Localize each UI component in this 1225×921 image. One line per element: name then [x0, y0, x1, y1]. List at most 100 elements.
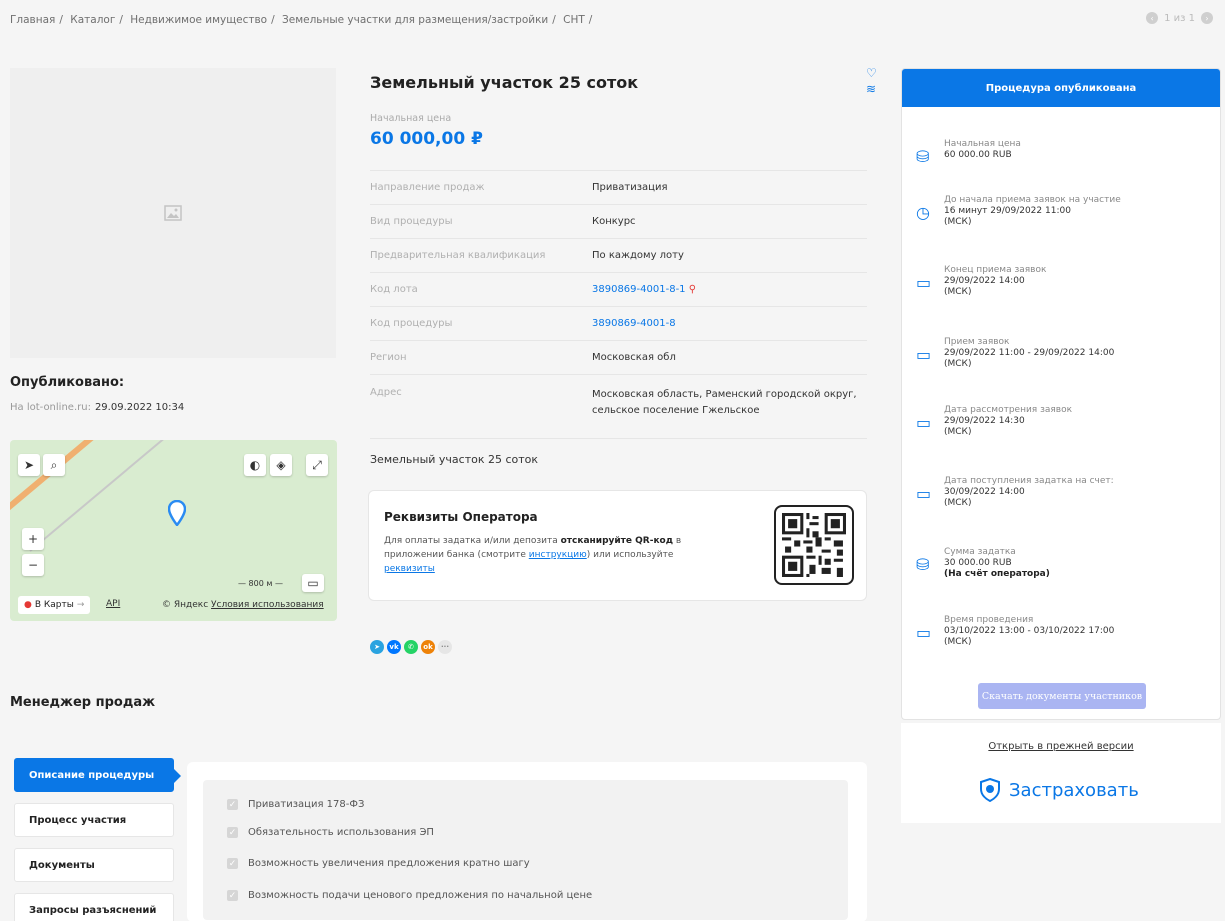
info-start-price: ⛁ Начальная цена 60 000.00 RUB — [916, 139, 1021, 166]
prop-lot-code: Код лота 3890869-4001-8-1 ⚲ — [370, 272, 867, 306]
start-price: 60 000,00 ₽ — [370, 129, 483, 149]
extra-actions: Открыть в прежней версии Застраховать — [901, 723, 1221, 823]
breadcrumb-catalog[interactable]: Каталог — [70, 14, 115, 26]
instruction-link[interactable]: инструкцию — [529, 550, 587, 560]
info-deposit-date: ▭ Дата поступления задатка на счет: 30/09… — [916, 476, 1114, 508]
prev-icon[interactable]: ‹ — [1146, 12, 1159, 24]
open-old-version-link[interactable]: Открыть в прежней версии — [901, 741, 1221, 752]
info-applications-end: ▭ Конец приема заявок 29/09/2022 14:00 (МС… — [916, 265, 1047, 297]
vk-icon[interactable]: vk — [387, 640, 401, 654]
published-title: Опубликовано: — [10, 375, 125, 390]
prop-address: Адрес Московская область, Раменский город… — [370, 374, 867, 438]
coins-icon: ⛁ — [916, 147, 930, 166]
procedure-options: ✓ Приватизация 178-ФЗ ✓ Обязательность исп… — [203, 780, 848, 920]
calendar-icon: ▭ — [916, 623, 932, 642]
operator-title: Реквизиты Оператора — [384, 510, 538, 524]
breadcrumb-home[interactable]: Главная — [10, 14, 55, 26]
traffic-icon[interactable]: ◐ — [244, 454, 266, 476]
procedure-status-panel: Процедура опубликована ⛁ Начальная цена 6… — [901, 68, 1221, 720]
tab-participation-process[interactable]: Процесс участия — [14, 803, 174, 837]
open-in-yandex-maps[interactable]: ● В Карты → — [18, 596, 91, 614]
whatsapp-icon[interactable]: ✆ — [404, 640, 418, 654]
yandex-pin-icon: ● — [24, 600, 32, 610]
procedure-description-panel: ✓ Приватизация 178-ФЗ ✓ Обязательность исп… — [187, 762, 867, 921]
option-ep-required: ✓ Обязательность использования ЭП — [227, 827, 434, 838]
fullscreen-icon[interactable]: ⤢ — [306, 454, 328, 476]
info-until-start: ◷ До начала приема заявок на участие 16 м… — [916, 195, 1121, 227]
map-scale: — 800 м — — [238, 579, 283, 588]
image-placeholder-icon — [164, 205, 182, 221]
prop-procedure-code: Код процедуры 3890869-4001-8 — [370, 306, 867, 340]
option-step-increase: ✓ Возможность увеличения предложения крат… — [227, 858, 530, 869]
option-privatization: ✓ Приватизация 178-ФЗ — [227, 799, 365, 810]
map-copyright: © Яндекс Условия использования — [162, 600, 324, 610]
info-review-date: ▭ Дата рассмотрения заявок 29/09/2022 14:… — [916, 405, 1073, 437]
lot-properties: Направление продаж Приватизация Вид проце… — [370, 170, 867, 439]
lot-photo — [10, 68, 336, 358]
locate-icon[interactable]: ➤ — [18, 454, 40, 476]
breadcrumb-snt[interactable]: СНТ — [563, 14, 585, 26]
clock-icon: ◷ — [916, 203, 930, 222]
zoom-out-icon[interactable]: − — [22, 554, 44, 576]
coins-icon: ⛁ — [916, 555, 930, 574]
breadcrumb-land[interactable]: Земельные участки для размещения/застрой… — [282, 14, 548, 26]
map-terms-link[interactable]: Условия использования — [211, 600, 324, 610]
price-label: Начальная цена — [370, 113, 452, 124]
map-api-link[interactable]: API — [106, 599, 120, 609]
arrow-right-icon: → — [76, 600, 85, 610]
checkbox-icon: ✓ — [227, 827, 238, 838]
layers-icon[interactable]: ◈ — [270, 454, 292, 476]
info-auction-time: ▭ Время проведения 03/10/2022 13:00 - 03/… — [916, 615, 1115, 647]
stack-icon[interactable]: ≋ — [866, 82, 877, 96]
breadcrumb-real-estate[interactable]: Недвижимое имущество — [130, 14, 267, 26]
qr-code — [774, 505, 854, 585]
lot-actions: ♡ ≋ — [866, 66, 877, 96]
ruler-icon[interactable]: ▭ — [302, 574, 324, 592]
prop-sales-direction: Направление продаж Приватизация — [370, 170, 867, 204]
tab-documents[interactable]: Документы — [14, 848, 174, 882]
calendar-icon: ▭ — [916, 413, 932, 432]
pager: ‹ 1 из 1 › — [1146, 12, 1213, 24]
breadcrumb: Главная / Каталог / Недвижимое имущество / … — [10, 14, 593, 26]
map-pin-icon[interactable] — [168, 500, 186, 526]
procedure-code-link[interactable]: 3890869-4001-8 — [592, 318, 867, 329]
procedure-status: Процедура опубликована — [902, 69, 1220, 107]
pager-text: 1 из 1 — [1164, 12, 1195, 24]
award-icon: ⚲ — [688, 284, 697, 295]
prop-region: Регион Московская обл — [370, 340, 867, 374]
prop-procedure-type: Вид процедуры Конкурс — [370, 204, 867, 238]
operator-text: Для оплаты задатка и/или депозита отскан… — [384, 536, 682, 574]
zoom-in-icon[interactable]: + — [22, 528, 44, 550]
more-icon[interactable]: ··· — [438, 640, 452, 654]
info-applications-period: ▭ Прием заявок 29/09/2022 11:00 - 29/09/2… — [916, 337, 1115, 369]
calendar-icon: ▭ — [916, 484, 932, 503]
tab-clarification-requests[interactable]: Запросы разъяснений — [14, 893, 174, 921]
lot-subtitle: Земельный участок 25 соток — [370, 453, 539, 466]
insure-button[interactable]: Застраховать — [979, 778, 1139, 802]
procedure-tabs: Описание процедуры Процесс участия Докум… — [14, 758, 181, 921]
requisites-link[interactable]: реквизиты — [384, 564, 435, 574]
published-date: 29.09.2022 10:34 — [94, 402, 185, 413]
map-search-icon[interactable]: ⌕ — [43, 454, 65, 476]
telegram-icon[interactable]: ➤ — [370, 640, 384, 654]
map-road — [10, 440, 161, 526]
checkbox-icon: ✓ — [227, 858, 238, 869]
option-start-price-offer: ✓ Возможность подачи ценового предложения… — [227, 890, 593, 901]
calendar-icon: ▭ — [916, 273, 932, 292]
tab-procedure-description[interactable]: Описание процедуры — [14, 758, 181, 792]
lot-code-link[interactable]: 3890869-4001-8-1 — [592, 284, 686, 295]
published-line: На lot-online.ru: 29.09.2022 10:34 — [10, 402, 185, 413]
next-icon[interactable]: › — [1201, 12, 1213, 24]
download-documents-button[interactable]: Скачать документы участников — [978, 683, 1146, 709]
calendar-icon: ▭ — [916, 345, 932, 364]
checkbox-icon: ✓ — [227, 890, 238, 901]
heart-icon[interactable]: ♡ — [866, 66, 877, 80]
checkbox-icon: ✓ — [227, 799, 238, 810]
operator-requisites: Реквизиты Оператора Для оплаты задатка и… — [368, 490, 867, 601]
prop-prequalification: Предварительная квалификация По каждому л… — [370, 238, 867, 272]
lot-title: Земельный участок 25 соток — [370, 73, 639, 92]
map[interactable]: ➤ ⌕ ◐ ◈ ⤢ + − — 800 м — ▭ ● В Карты → AP… — [10, 440, 337, 621]
qr-code-icon — [782, 513, 846, 577]
shield-icon — [980, 778, 1000, 802]
ok-icon[interactable]: ok — [421, 640, 435, 654]
